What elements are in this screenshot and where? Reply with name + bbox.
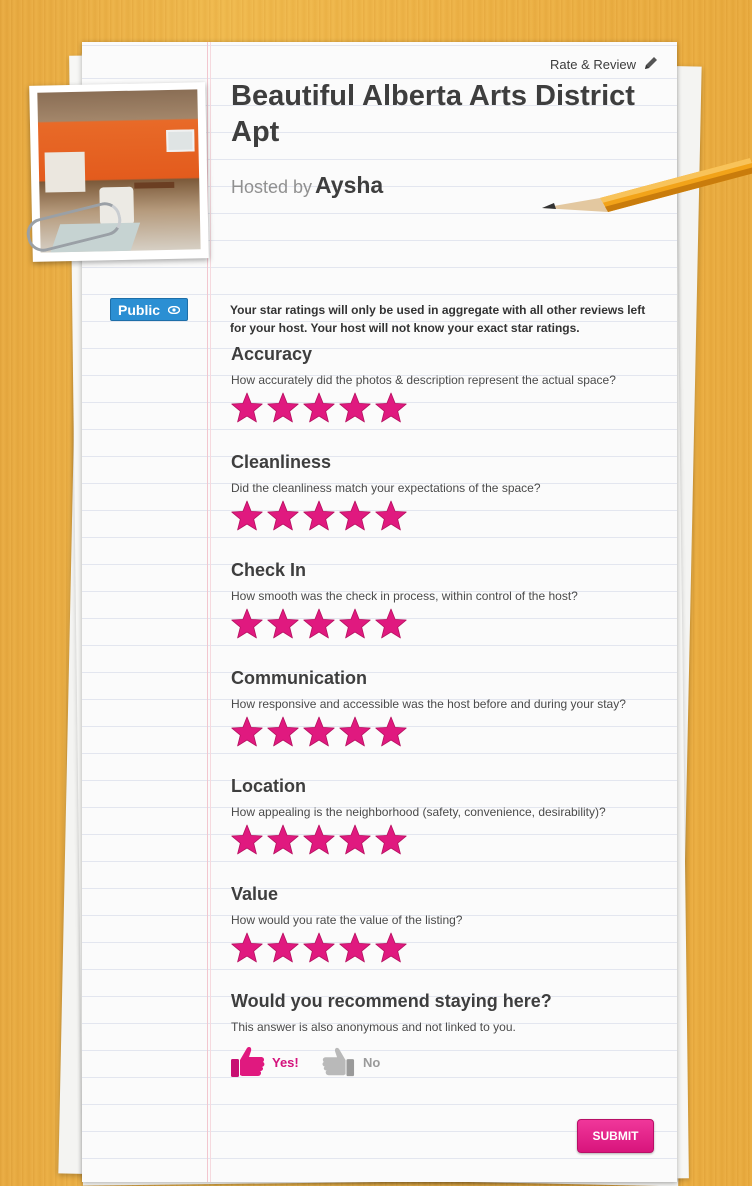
edit-pencil-icon[interactable] xyxy=(643,55,659,71)
hosted-by-label: Hosted by xyxy=(231,177,313,197)
category-title: Check In xyxy=(231,560,307,580)
category-title: Accuracy xyxy=(231,344,313,364)
photo-table xyxy=(134,181,175,189)
thumbs-down-icon xyxy=(322,1047,355,1077)
category-question: How accurately did the photos & descript… xyxy=(231,373,616,387)
star-rating[interactable] xyxy=(230,391,616,425)
star-rating[interactable] xyxy=(230,499,541,533)
thumbs-up-icon xyxy=(231,1047,265,1077)
listing-title: Beautiful Alberta Arts District Apt xyxy=(231,80,635,148)
visibility-badge-label: Public xyxy=(118,301,161,318)
star-icon[interactable] xyxy=(266,823,300,857)
recommend-subtitle: This answer is also anonymous and not li… xyxy=(231,1020,516,1034)
star-rating[interactable] xyxy=(230,715,626,749)
star-icon[interactable] xyxy=(266,499,300,533)
star-icon[interactable] xyxy=(230,607,264,641)
star-icon[interactable] xyxy=(230,715,264,749)
star-icon[interactable] xyxy=(230,499,264,533)
category-question: How smooth was the check in process, wit… xyxy=(231,589,578,603)
star-icon[interactable] xyxy=(338,607,372,641)
star-icon[interactable] xyxy=(302,931,336,965)
visibility-badge[interactable]: Public xyxy=(110,298,188,321)
star-icon[interactable] xyxy=(302,715,336,749)
rate-review-link[interactable]: Rate & Review xyxy=(550,57,636,72)
rating-category-value: Value How would you rate the value of th… xyxy=(231,884,462,965)
star-icon[interactable] xyxy=(266,931,300,965)
star-icon[interactable] xyxy=(266,391,300,425)
photo-window xyxy=(166,129,195,152)
photo-cabinet xyxy=(44,151,86,193)
star-icon[interactable] xyxy=(338,391,372,425)
eye-icon xyxy=(168,305,181,314)
star-icon[interactable] xyxy=(302,499,336,533)
recommend-question: Would you recommend staying here? xyxy=(231,991,552,1011)
recommend-yes-label: Yes! xyxy=(272,1054,299,1070)
host-name[interactable]: Aysha xyxy=(315,172,383,198)
rating-category-location: Location How appealing is the neighborho… xyxy=(231,776,606,857)
star-icon[interactable] xyxy=(338,931,372,965)
star-icon[interactable] xyxy=(338,499,372,533)
star-icon[interactable] xyxy=(338,715,372,749)
category-question: How would you rate the value of the list… xyxy=(231,913,463,927)
star-icon[interactable] xyxy=(230,391,264,425)
star-icon[interactable] xyxy=(302,607,336,641)
submit-button[interactable]: SUBMIT xyxy=(577,1119,654,1153)
star-icon[interactable] xyxy=(374,607,408,641)
star-rating[interactable] xyxy=(230,931,462,965)
rating-category-check-in: Check In How smooth was the check in pro… xyxy=(231,560,578,641)
star-icon[interactable] xyxy=(266,607,300,641)
hosted-by: Hosted by Aysha xyxy=(231,172,383,199)
star-rating[interactable] xyxy=(230,823,606,857)
star-icon[interactable] xyxy=(374,391,408,425)
star-icon[interactable] xyxy=(338,823,372,857)
category-question: Did the cleanliness match your expectati… xyxy=(231,481,541,495)
star-icon[interactable] xyxy=(230,823,264,857)
category-question: How responsive and accessible was the ho… xyxy=(231,697,626,711)
margin-line-secondary xyxy=(210,42,211,1182)
recommend-no-button[interactable]: No xyxy=(321,1045,380,1079)
star-icon[interactable] xyxy=(302,391,336,425)
category-title: Cleanliness xyxy=(231,452,332,472)
pencil-decoration-icon xyxy=(542,158,752,212)
category-title: Location xyxy=(231,776,306,796)
recommend-yes-button[interactable]: Yes! xyxy=(230,1045,299,1079)
category-title: Communication xyxy=(231,668,368,688)
star-icon[interactable] xyxy=(230,931,264,965)
star-icon[interactable] xyxy=(374,823,408,857)
star-icon[interactable] xyxy=(374,715,408,749)
star-icon[interactable] xyxy=(374,931,408,965)
star-rating[interactable] xyxy=(230,607,578,641)
rating-category-cleanliness: Cleanliness Did the cleanliness match yo… xyxy=(231,452,541,533)
recommend-no-label: No xyxy=(363,1054,381,1070)
category-title: Value xyxy=(231,884,279,904)
rating-category-communication: Communication How responsive and accessi… xyxy=(231,668,626,749)
star-icon[interactable] xyxy=(374,499,408,533)
ratings-privacy-notice: Your star ratings will only be used in a… xyxy=(230,303,646,335)
star-icon[interactable] xyxy=(302,823,336,857)
rating-category-accuracy: Accuracy How accurately did the photos &… xyxy=(231,344,616,425)
star-icon[interactable] xyxy=(266,715,300,749)
category-question: How appealing is the neighborhood (safet… xyxy=(231,805,606,819)
